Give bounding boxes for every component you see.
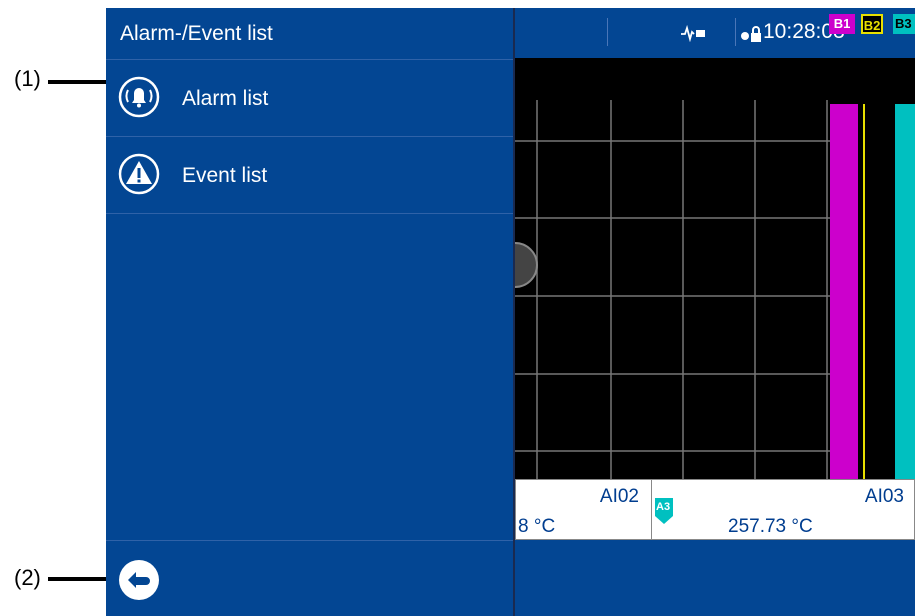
status-separator — [607, 18, 608, 46]
callout-2-label: (2) — [14, 565, 41, 590]
user-lock-icon — [741, 26, 761, 42]
menu-item-event-list[interactable]: Event list — [106, 137, 513, 214]
back-arrow-icon[interactable] — [118, 559, 160, 601]
callout-1-label: (1) — [14, 66, 41, 91]
status-bar: 10:28:03 — [515, 8, 915, 58]
channel-name: AI03 — [864, 486, 904, 507]
menu-item-label: Alarm list — [182, 87, 269, 110]
channel-tag-b2: B2 — [861, 14, 883, 34]
menu-item-alarm-list[interactable]: Alarm list — [106, 60, 513, 137]
channel-tag-b1: B1 — [829, 14, 855, 34]
channel-name: AI02 — [599, 486, 639, 507]
status-separator — [735, 18, 736, 46]
trend-view: 10:28:03 B1 B2 B3 AI02 8 °C A3 AI03 257.… — [515, 8, 915, 616]
menu-panel: Alarm-/Event list Alarm list Event list — [106, 8, 515, 616]
menu-item-label: Event list — [182, 164, 268, 187]
channel-marker-label: A3 — [656, 501, 671, 513]
callout-1: (1) — [14, 66, 41, 92]
channel-value: 8 °C — [518, 516, 556, 537]
bottom-bar-right — [515, 540, 915, 616]
channel-tag-b3: B3 — [893, 14, 915, 34]
trend-grid — [515, 100, 915, 479]
alarm-bell-icon — [118, 76, 160, 118]
bottom-bar-left — [106, 540, 513, 616]
callout-2: (2) — [14, 565, 41, 591]
menu-title: Alarm-/Event list — [106, 8, 513, 60]
device-screen: Alarm-/Event list Alarm list Event list — [106, 8, 915, 616]
warning-triangle-icon — [118, 153, 160, 195]
channel-panel-ai02: AI02 8 °C — [515, 479, 652, 540]
signal-icon — [681, 24, 705, 42]
channel-value: 257.73 °C — [728, 516, 813, 537]
channel-panel-ai03: A3 AI03 257.73 °C — [651, 479, 915, 540]
